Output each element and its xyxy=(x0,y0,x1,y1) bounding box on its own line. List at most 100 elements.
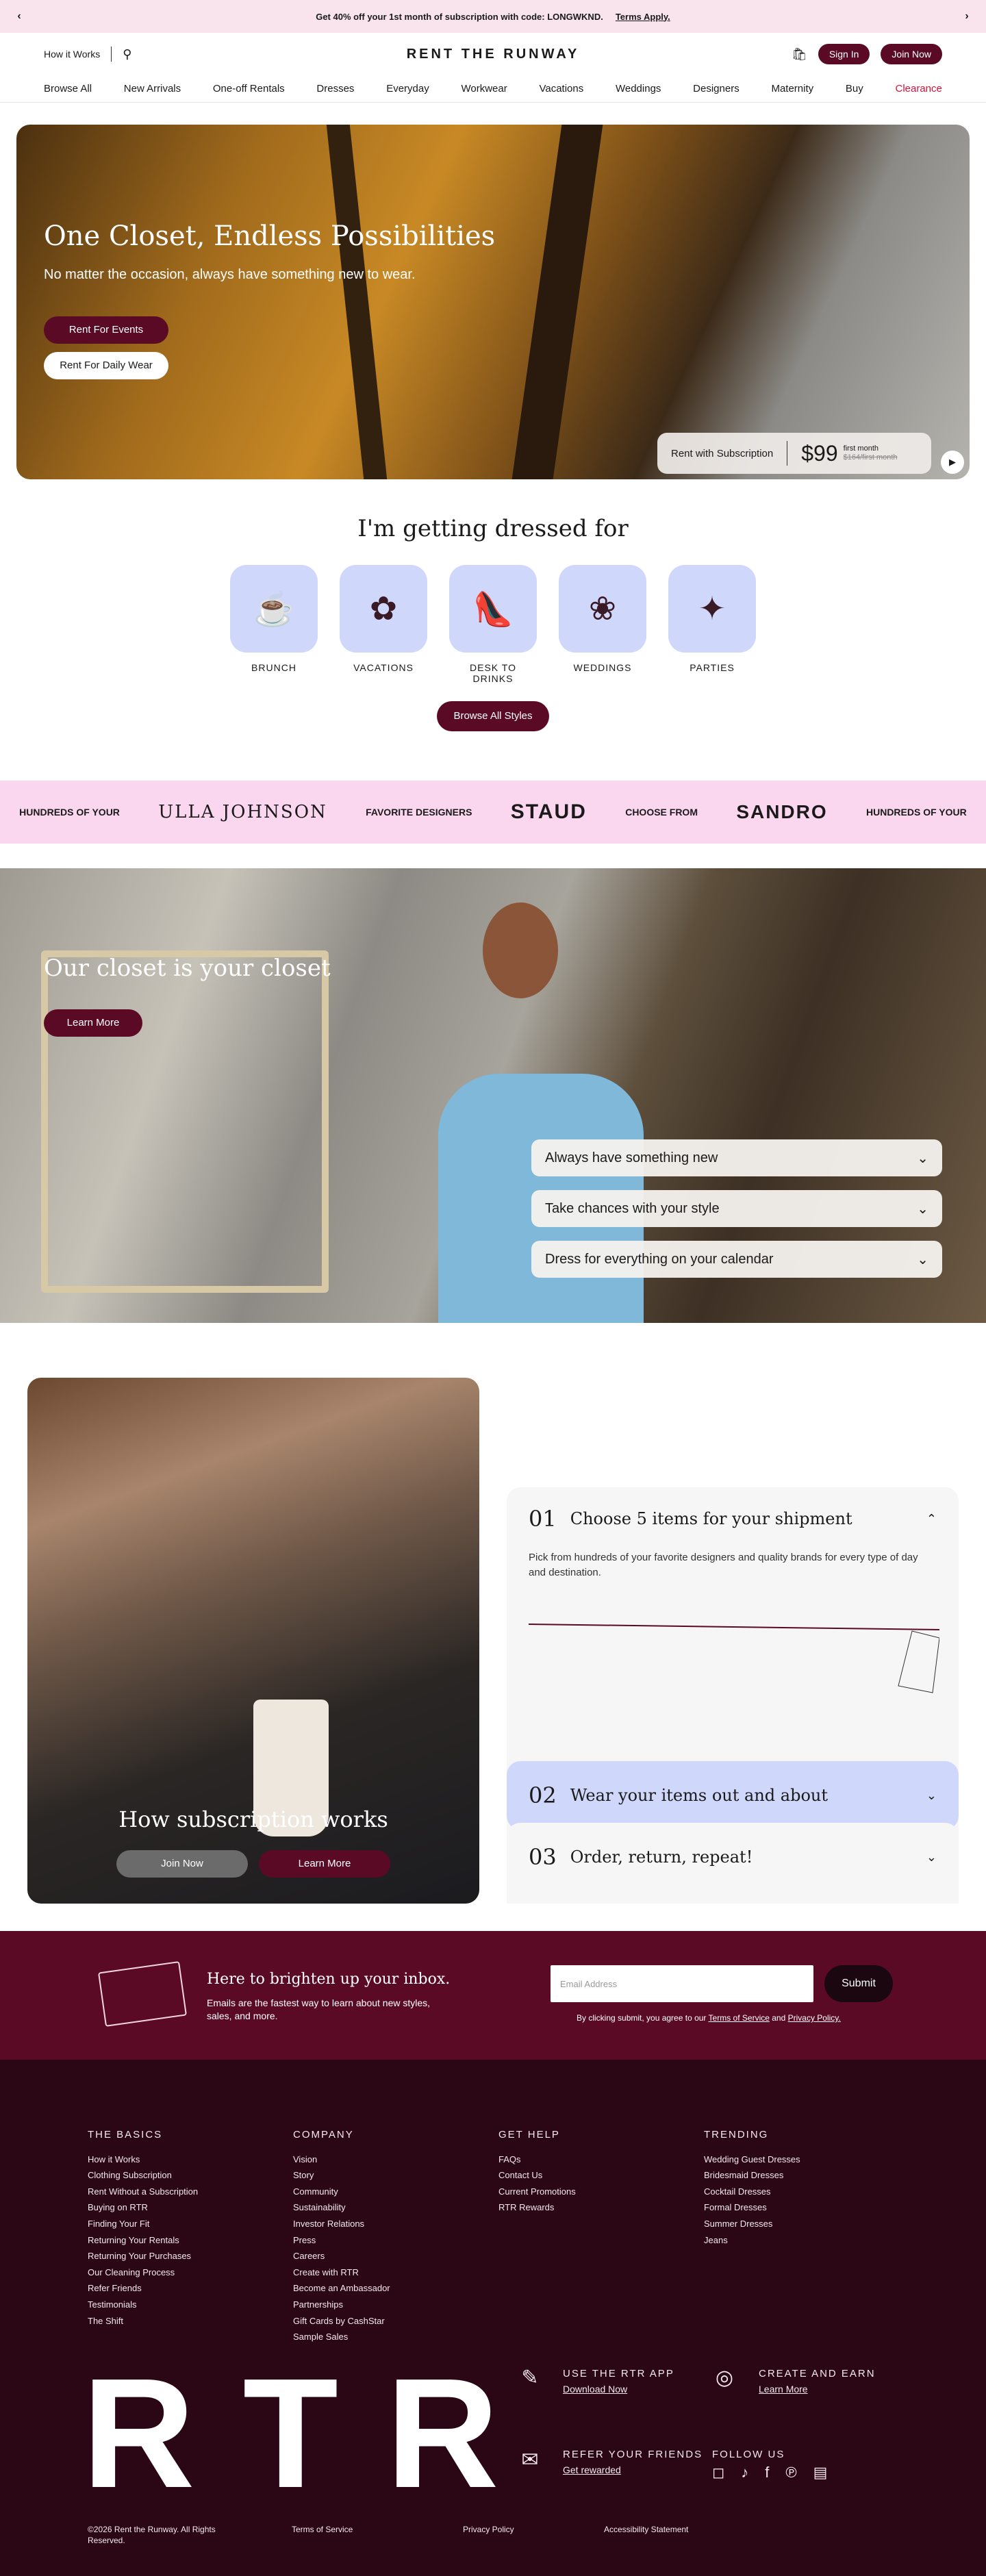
privacy-policy-link[interactable]: Privacy Policy xyxy=(463,2524,514,2535)
nav-vacations[interactable]: Vacations xyxy=(539,83,583,94)
first-month-label: first month xyxy=(843,444,878,453)
footer-link[interactable]: Rent Without a Subscription xyxy=(88,2184,198,2200)
footer-link[interactable]: RTR Rewards xyxy=(498,2199,576,2216)
join-now-button[interactable]: Join Now xyxy=(881,44,942,64)
promo-text: Get 40% off your 1st month of subscripti… xyxy=(316,11,603,22)
footer-link[interactable]: Buying on RTR xyxy=(88,2199,198,2216)
nav-everyday[interactable]: Everyday xyxy=(386,83,429,94)
nav-new-arrivals[interactable]: New Arrivals xyxy=(124,83,181,94)
accordion-something-new[interactable]: Always have something new ⌄ xyxy=(531,1139,942,1176)
footer-link[interactable]: Current Promotions xyxy=(498,2184,576,2200)
chevron-right-icon[interactable]: › xyxy=(953,0,981,33)
pinterest-icon[interactable]: ℗ xyxy=(785,2464,796,2482)
footer-link[interactable]: Become an Ambassador xyxy=(293,2280,390,2297)
footer-link[interactable]: Bridesmaid Dresses xyxy=(704,2167,800,2184)
footer-link[interactable]: Sustainability xyxy=(293,2199,390,2216)
dressed-for-title: I'm getting dressed for xyxy=(357,515,629,542)
footer-link[interactable]: Cocktail Dresses xyxy=(704,2184,800,2200)
footer-link[interactable]: Press xyxy=(293,2232,390,2249)
facebook-icon[interactable]: f xyxy=(765,2464,769,2482)
nav-weddings[interactable]: Weddings xyxy=(616,83,661,94)
nav-buy[interactable]: Buy xyxy=(846,83,863,94)
footer-link[interactable]: Story xyxy=(293,2167,390,2184)
footer-link[interactable]: Investor Relations xyxy=(293,2216,390,2232)
nav-one-off-rentals[interactable]: One-off Rentals xyxy=(213,83,285,94)
accordion-take-chances[interactable]: Take chances with your style ⌄ xyxy=(531,1190,942,1227)
rent-for-daily-wear-button[interactable]: Rent For Daily Wear xyxy=(44,352,168,379)
nav-dresses[interactable]: Dresses xyxy=(316,83,354,94)
nav-clearance[interactable]: Clearance xyxy=(896,83,942,94)
get-rewarded-link[interactable]: Get rewarded xyxy=(563,2464,703,2475)
footer-link[interactable]: Partnerships xyxy=(293,2297,390,2313)
footer-link[interactable]: Returning Your Purchases xyxy=(88,2248,198,2264)
tos-link[interactable]: Terms of Service xyxy=(709,2013,770,2023)
footer-link[interactable]: The Shift xyxy=(88,2313,198,2329)
footer-link[interactable]: Wedding Guest Dresses xyxy=(704,2151,800,2168)
footer-link[interactable]: Finding Your Fit xyxy=(88,2216,198,2232)
brand-ulla-johnson[interactable]: ULLA JOHNSON xyxy=(158,802,327,822)
footer-link[interactable]: Create with RTR xyxy=(293,2264,390,2281)
accessibility-link[interactable]: Accessibility Statement xyxy=(604,2524,688,2535)
shopping-bag-icon[interactable]: 🛍 xyxy=(792,47,807,62)
browse-all-styles-button[interactable]: Browse All Styles xyxy=(437,701,549,731)
category-parties[interactable]: ✦ PARTIES xyxy=(668,565,756,684)
closet-image xyxy=(41,950,329,1293)
footer-link[interactable]: FAQs xyxy=(498,2151,576,2168)
heel-icon: 👠 xyxy=(449,565,537,653)
footer-link[interactable]: Summer Dresses xyxy=(704,2216,800,2232)
footer-link[interactable]: Jeans xyxy=(704,2232,800,2249)
footer-link[interactable]: How it Works xyxy=(88,2151,198,2168)
footer-link[interactable]: Careers xyxy=(293,2248,390,2264)
category-desk-to-drinks[interactable]: 👠 DESK TO DRINKS xyxy=(449,565,537,684)
brand-sandro[interactable]: SANDRO xyxy=(736,801,827,823)
blog-icon[interactable]: ▤ xyxy=(813,2464,828,2482)
step-2[interactable]: 02 Wear your items out and about ⌄ xyxy=(507,1761,959,1830)
step-3[interactable]: 03 Order, return, repeat! ⌄ xyxy=(507,1823,959,1904)
footer-link[interactable]: Clothing Subscription xyxy=(88,2167,198,2184)
play-icon[interactable]: ▶ xyxy=(941,451,964,474)
email-field[interactable]: Email Address xyxy=(551,1965,813,2002)
how-it-works-link[interactable]: How it Works xyxy=(44,49,100,60)
category-weddings[interactable]: ❀ WEDDINGS xyxy=(559,565,646,684)
download-link[interactable]: Download Now xyxy=(563,2384,674,2395)
brand-staud[interactable]: STAUD xyxy=(511,800,587,824)
promo-terms-link[interactable]: Terms Apply. xyxy=(616,12,670,22)
how-learn-more-button[interactable]: Learn More xyxy=(259,1850,390,1878)
footer-link[interactable]: Contact Us xyxy=(498,2167,576,2184)
subscription-card[interactable]: Rent with Subscription $99 first month $1… xyxy=(657,433,931,474)
step-1-header[interactable]: 01 Choose 5 items for your shipment ⌃ xyxy=(507,1487,959,1550)
search-icon[interactable]: ⚲ xyxy=(123,47,131,62)
logo[interactable]: RENT THE RUNWAY xyxy=(407,47,580,62)
nav-workwear[interactable]: Workwear xyxy=(461,83,507,94)
create-learn-more-link[interactable]: Learn More xyxy=(759,2384,876,2395)
privacy-link[interactable]: Privacy Policy. xyxy=(788,2013,841,2023)
sign-in-button[interactable]: Sign In xyxy=(818,44,870,64)
footer-link[interactable]: Testimonials xyxy=(88,2297,198,2313)
footer-link[interactable]: Community xyxy=(293,2184,390,2200)
footer-link[interactable]: Sample Sales xyxy=(293,2329,390,2345)
instagram-icon[interactable]: ◻ xyxy=(712,2464,724,2482)
main-nav: Browse All New Arrivals One-off Rentals … xyxy=(0,75,986,103)
footer-link[interactable]: Formal Dresses xyxy=(704,2199,800,2216)
nav-maternity[interactable]: Maternity xyxy=(771,83,813,94)
how-join-button[interactable]: Join Now xyxy=(116,1850,248,1878)
tiktok-icon[interactable]: ♪ xyxy=(741,2464,748,2482)
shell-icon: ✿ xyxy=(340,565,427,653)
footer-link[interactable]: Vision xyxy=(293,2151,390,2168)
footer-link[interactable]: Refer Friends xyxy=(88,2280,198,2297)
chevron-left-icon[interactable]: ‹ xyxy=(5,0,33,33)
category-vacations[interactable]: ✿ VACATIONS xyxy=(340,565,427,684)
nav-browse-all[interactable]: Browse All xyxy=(44,83,92,94)
rent-for-events-button[interactable]: Rent For Events xyxy=(44,316,168,344)
header: How it Works ⚲ RENT THE RUNWAY 🛍 Sign In… xyxy=(0,33,986,75)
category-brunch[interactable]: ☕ BRUNCH xyxy=(230,565,318,684)
disco-ball-icon: ✦ xyxy=(668,565,756,653)
footer-link[interactable]: Returning Your Rentals xyxy=(88,2232,198,2249)
submit-button[interactable]: Submit xyxy=(824,1965,893,2002)
footer-link[interactable]: Our Cleaning Process xyxy=(88,2264,198,2281)
accordion-dress-for-everything[interactable]: Dress for everything on your calendar ⌄ xyxy=(531,1241,942,1278)
closet-learn-more-button[interactable]: Learn More xyxy=(44,1009,142,1037)
terms-link[interactable]: Terms of Service xyxy=(292,2524,353,2535)
footer-link[interactable]: Gift Cards by CashStar xyxy=(293,2313,390,2329)
nav-designers[interactable]: Designers xyxy=(693,83,740,94)
